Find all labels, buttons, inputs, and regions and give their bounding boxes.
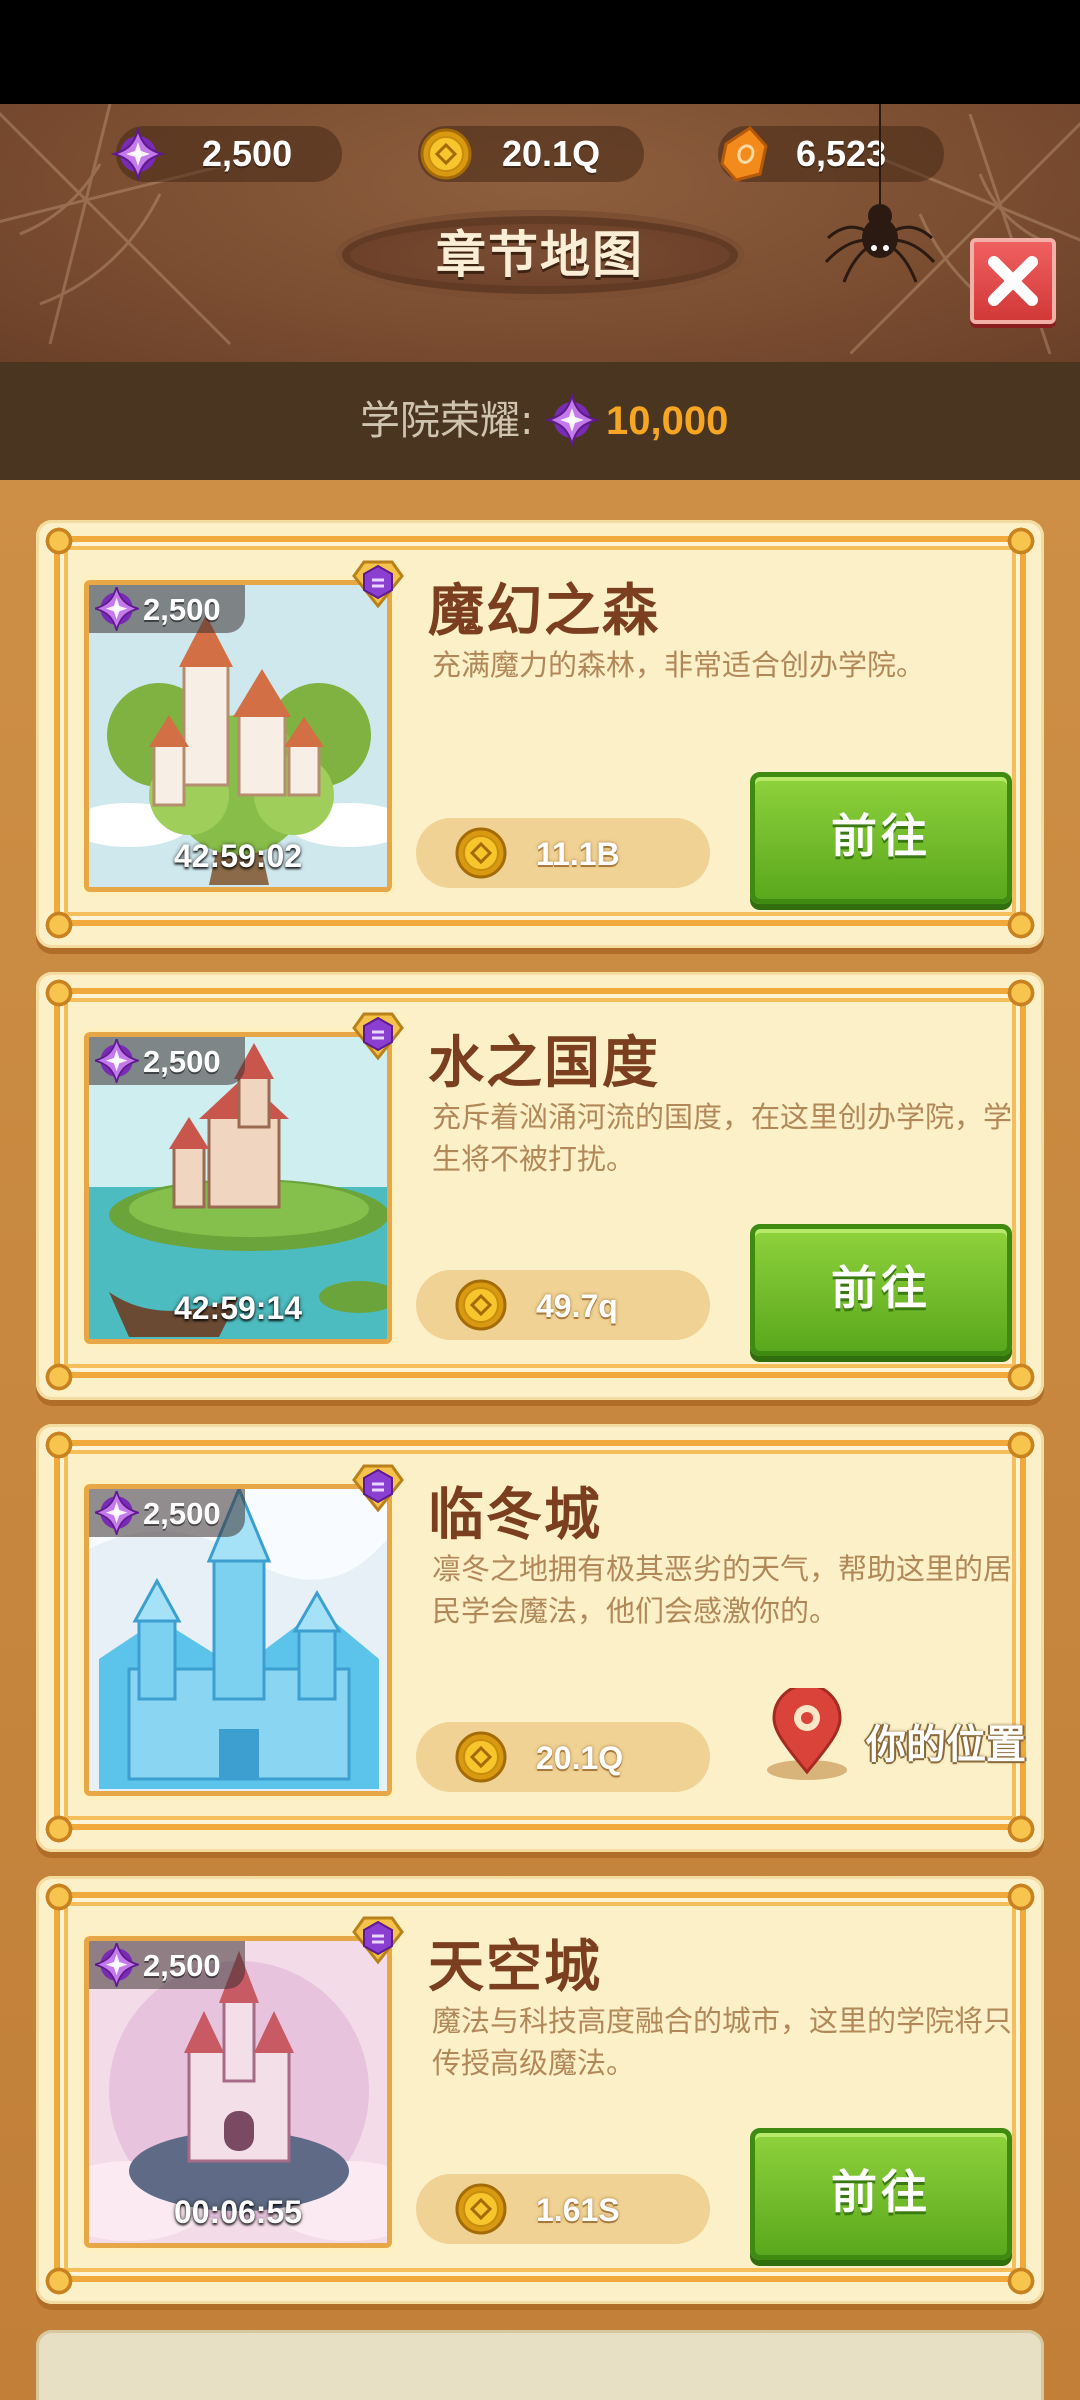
location-pin-icon [767, 1688, 847, 1780]
gem-reward-value: 2,500 [143, 1948, 221, 1983]
gold-coin-icon [455, 1279, 507, 1331]
corner-ornament [42, 1360, 76, 1394]
gold-coin-icon [420, 128, 472, 180]
chapter-description: 魔法与科技高度融合的城市，这里的学院将只传授高级魔法。 [432, 2004, 1013, 2080]
purple-gem-icon [547, 395, 597, 445]
chapter-title: 临冬城 [428, 1483, 602, 1548]
chapter-cost: 11.1B [416, 818, 710, 888]
gem-reward-badge: 2,500 [89, 1037, 245, 1085]
orange-crystal-icon [720, 126, 768, 182]
purple-gem-icon [95, 587, 139, 631]
corner-ornament [42, 1812, 76, 1846]
chapter-thumbnail: 2,500 00:06:55 [84, 1936, 392, 2248]
chapter-timer: 00:06:55 [173, 2194, 303, 2230]
cost-value: 1.61S [536, 2192, 620, 2228]
corner-ornament [1004, 976, 1038, 1010]
go-button-label: 前往 [831, 809, 931, 863]
chapter-cost: 20.1Q [416, 1722, 710, 1792]
header: 2,500 20.1Q 6,523 章节地图 [0, 104, 1080, 362]
gems-counter: 2,500 [113, 126, 342, 182]
cost-value: 11.1B [536, 836, 620, 872]
gem-reward-value: 2,500 [143, 1044, 221, 1079]
chapter-description: 充斥着汹涌河流的国度，在这里创办学院，学生将不被打扰。 [432, 1100, 1013, 1176]
chapter-card-forest: 2,500 42:59:02 魔幻之森 充满魔力的森林，非常适合创办学院。 11… [36, 520, 1044, 948]
corner-ornament [1004, 1880, 1038, 1914]
chapter-description: 充满魔力的森林，非常适合创办学院。 [432, 648, 926, 682]
chapter-card-sky: 2,500 00:06:55 天空城 魔法与科技高度融合的城市，这里的学院将只传… [36, 1876, 1044, 2304]
status-bar [0, 0, 1080, 104]
chapter-thumbnail: 2,500 42:59:02 [84, 580, 392, 892]
chapter-thumbnail: 2,500 [84, 1484, 392, 1796]
chapter-badge-icon [352, 1464, 404, 1512]
corner-ornament [42, 908, 76, 942]
go-button-label: 前往 [831, 1261, 931, 1315]
corner-ornament [1004, 908, 1038, 942]
chapter-cost: 49.7q [416, 1270, 710, 1340]
purple-gem-icon [95, 1491, 139, 1535]
corner-ornament [1004, 2264, 1038, 2298]
close-button[interactable] [970, 238, 1056, 324]
corner-ornament [42, 524, 76, 558]
purple-gem-icon [95, 1039, 139, 1083]
gem-reward-value: 2,500 [143, 1496, 221, 1531]
corner-ornament [1004, 524, 1038, 558]
chapter-description: 凛冬之地拥有极其恶劣的天气，帮助这里的居民学会魔法，他们会感激你的。 [432, 1552, 1013, 1628]
corner-ornament [42, 976, 76, 1010]
academy-honor-bar: 学院荣耀: 10,000 [0, 362, 1080, 480]
purple-gem-icon [113, 129, 163, 179]
chapter-title: 水之国度 [428, 1031, 660, 1096]
chapter-card-next-partial [36, 2330, 1044, 2400]
gem-reward-badge: 2,500 [89, 585, 245, 633]
gem-reward-badge: 2,500 [89, 1941, 245, 1989]
corner-ornament [42, 2264, 76, 2298]
chapter-timer: 42:59:02 [173, 838, 303, 874]
go-button[interactable]: 前往 [750, 772, 1012, 904]
chapter-card-ice: 2,500 临冬城 凛冬之地拥有极其恶劣的天气，帮助这里的居民学会魔法，他们会感… [36, 1424, 1044, 1852]
chapter-badge-icon [352, 560, 404, 608]
cost-value: 49.7q [536, 1288, 618, 1324]
chapter-badge-icon [352, 1012, 404, 1060]
gold-coin-icon [455, 2183, 507, 2235]
gold-coin-icon [455, 827, 507, 879]
corner-ornament [42, 1880, 76, 1914]
corner-ornament [1004, 1812, 1038, 1846]
chapter-badge-icon [352, 1916, 404, 1964]
corner-ornament [42, 1428, 76, 1462]
honor-value: 10,000 [606, 399, 729, 443]
chapter-card-water: 2,500 42:59:14 水之国度 充斥着汹涌河流的国度，在这里创办学院，学… [36, 972, 1044, 1400]
corner-ornament [1004, 1428, 1038, 1462]
cost-value: 20.1Q [536, 1740, 624, 1776]
gem-reward-value: 2,500 [143, 592, 221, 627]
coins-value: 20.1Q [502, 133, 601, 174]
corner-ornament [1004, 1360, 1038, 1394]
go-button[interactable]: 前往 [750, 1224, 1012, 1356]
chapter-title: 天空城 [428, 1935, 602, 2000]
chapter-cost: 1.61S [416, 2174, 710, 2244]
chapter-thumbnail: 2,500 42:59:14 [84, 1032, 392, 1344]
spider-icon [824, 104, 936, 283]
page-title: 章节地图 [436, 226, 644, 284]
honor-label: 学院荣耀: [360, 398, 534, 444]
coins-counter: 20.1Q [418, 126, 644, 182]
chapter-timer: 42:59:14 [173, 1290, 303, 1326]
gem-reward-badge: 2,500 [89, 1489, 245, 1537]
your-location-label: 你的位置 [866, 1722, 1026, 1768]
gems-value: 2,500 [202, 133, 293, 174]
go-button[interactable]: 前往 [750, 2128, 1012, 2260]
close-icon [988, 256, 1038, 306]
go-button-label: 前往 [831, 2165, 931, 2219]
gold-coin-icon [455, 1731, 507, 1783]
purple-gem-icon [95, 1943, 139, 1987]
chapter-title: 魔幻之森 [428, 579, 660, 644]
